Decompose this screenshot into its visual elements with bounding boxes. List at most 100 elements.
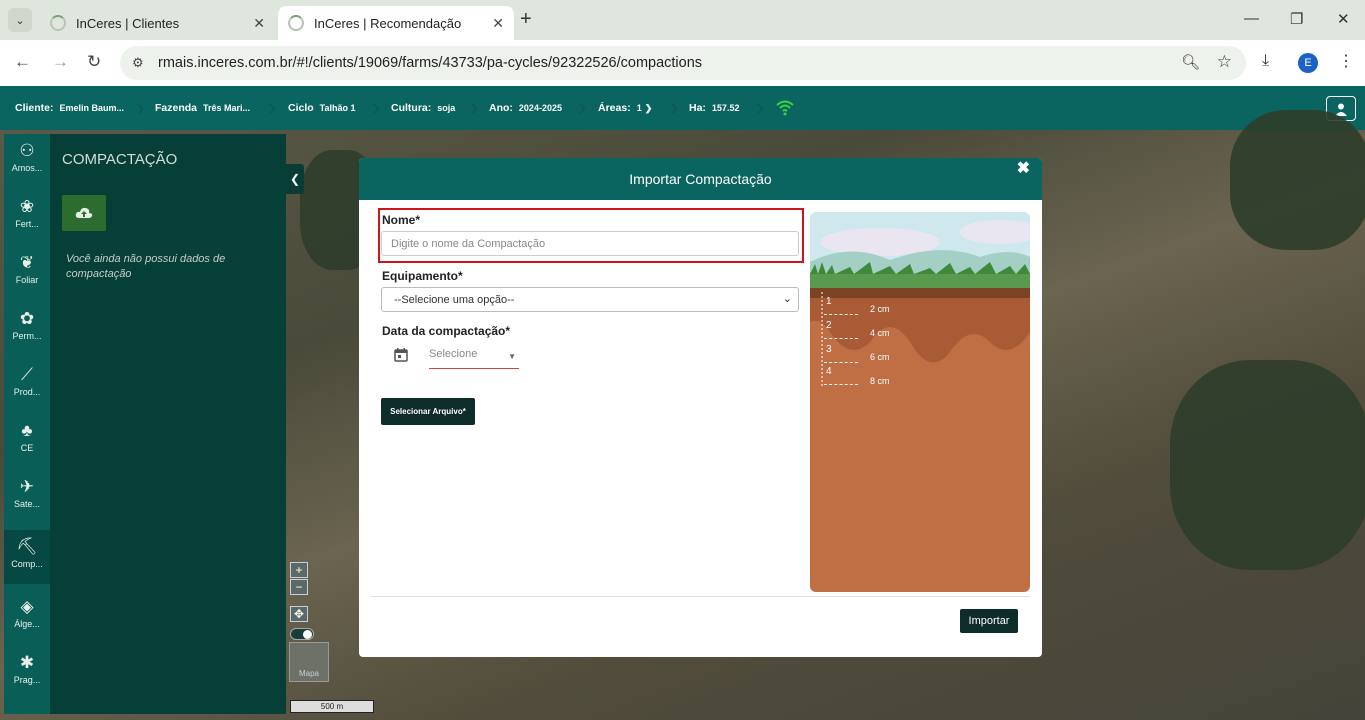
window-close-icon[interactable]: ✕ <box>1337 10 1350 28</box>
productivity-chart-icon: ⟋ <box>21 365 33 384</box>
rail-item-amostragem[interactable]: ⚇ Amos... <box>4 134 50 188</box>
profile-avatar[interactable]: E <box>1298 53 1318 73</box>
layer-toggle[interactable] <box>290 628 314 640</box>
breadcrumb-ciclo[interactable]: Ciclo Talhão 1 <box>288 102 356 114</box>
browser-tab-clientes[interactable]: InCeres | Clientes ✕ <box>40 6 275 40</box>
collapse-panel-button[interactable]: ❮ <box>286 164 304 194</box>
browser-menu-icon[interactable]: ⋮ <box>1338 51 1354 71</box>
ha-value: 157.52 <box>711 103 740 113</box>
breadcrumb-ha: Ha: 157.52 <box>689 102 739 114</box>
layer-depth: 8 cm <box>870 376 890 386</box>
layer-divider <box>824 362 858 363</box>
modal-header: Importar Compactação <box>359 158 1042 200</box>
layer-number: 4 <box>826 366 832 377</box>
layer-depth: 2 cm <box>870 304 890 314</box>
equipment-label: Equipamento* <box>382 269 463 283</box>
site-info-icon[interactable]: ⚙ <box>132 55 144 71</box>
close-icon[interactable]: ✕ <box>253 15 265 32</box>
ciclo-label: Ciclo <box>288 102 314 114</box>
rail-item-satelite[interactable]: ✈ Sate... <box>4 470 50 524</box>
rail-item-label: Comp... <box>11 559 43 569</box>
modal-title: Importar Compactação <box>629 171 772 187</box>
address-bar[interactable]: ⚙ rmais.inceres.com.br/#!/clients/19069/… <box>120 46 1246 80</box>
rail-item-ce[interactable]: ♣ CE <box>4 414 50 468</box>
fazenda-value: Três Mari... <box>203 103 251 113</box>
rail-item-label: Amos... <box>11 163 43 173</box>
rail-item-algebra[interactable]: ◈ Álge... <box>4 590 50 644</box>
pan-icon[interactable]: ✥ <box>290 606 308 622</box>
cliente-label: Cliente: <box>15 102 54 114</box>
upload-button[interactable] <box>62 195 106 231</box>
breadcrumb-separator: › <box>756 92 765 122</box>
map-forest-patch <box>1170 360 1365 570</box>
layer-depth: 4 cm <box>870 328 890 338</box>
restore-icon[interactable]: ❐ <box>1290 10 1303 28</box>
zoom-out-button[interactable]: − <box>290 579 308 595</box>
panel-title: COMPACTAÇÃO <box>62 151 178 168</box>
caret-down-icon: ▼ <box>508 352 516 361</box>
rail-item-label: CE <box>20 443 34 453</box>
zoom-icon[interactable]: 🔍︎ <box>1181 53 1200 71</box>
layer-divider <box>824 338 858 339</box>
layer-divider <box>824 314 858 315</box>
forward-icon[interactable]: → <box>52 52 69 72</box>
minimize-icon[interactable]: — <box>1244 10 1259 27</box>
rail-item-fertilidade[interactable]: ❀ Fert... <box>4 190 50 244</box>
rail-item-label: Prag... <box>13 675 41 685</box>
rail-item-pragas[interactable]: ✱ Prag... <box>4 646 50 700</box>
wifi-icon <box>776 100 794 116</box>
select-file-button[interactable]: Selecionar Arquivo* <box>381 398 475 425</box>
close-icon[interactable]: ✖ <box>1017 158 1030 178</box>
rail-item-compactacao[interactable]: ⛏ Comp... <box>4 530 50 584</box>
reload-icon[interactable]: ↻ <box>87 52 101 72</box>
rail-item-permanente[interactable]: ✿ Perm... <box>4 302 50 356</box>
breadcrumb-cultura[interactable]: Cultura: soja <box>391 102 455 114</box>
leaf-icon: ❦ <box>19 253 35 272</box>
breadcrumb-cliente[interactable]: Cliente: Emelin Baum... <box>15 102 124 114</box>
bookmark-star-icon[interactable]: ☆ <box>1217 52 1232 72</box>
zoom-in-button[interactable]: + <box>290 562 308 578</box>
import-button[interactable]: Importar <box>960 609 1018 633</box>
ano-value: 2024-2025 <box>518 103 562 113</box>
rail-item-produtividade[interactable]: ⟋ Prod... <box>4 358 50 412</box>
tab-search-button[interactable]: ⌄ <box>8 8 32 32</box>
sprout-icon: ♣ <box>21 421 33 440</box>
areas-value: 1 <box>636 103 642 113</box>
browser-tab-recomendacao[interactable]: InCeres | Recomendação ✕ <box>278 6 514 40</box>
breadcrumb-separator: › <box>136 92 145 122</box>
close-icon[interactable]: ✕ <box>492 15 504 32</box>
rail-item-foliar[interactable]: ❦ Foliar <box>4 246 50 300</box>
rail-item-label: Fert... <box>15 219 39 229</box>
breadcrumb-ano[interactable]: Ano: 2024-2025 <box>489 102 562 114</box>
equipment-select[interactable]: --Selecione uma opção-- ⌄ <box>381 287 799 312</box>
download-icon[interactable]: ⤓ <box>1262 52 1269 70</box>
rail-item-label: Prod... <box>13 387 41 397</box>
back-icon[interactable]: ← <box>14 52 31 72</box>
breadcrumb-fazenda[interactable]: Fazenda Três Mari... <box>155 102 250 114</box>
permanent-crop-icon: ✿ <box>19 309 35 328</box>
soil-illustration-graphic <box>810 212 1030 592</box>
calendar-icon[interactable] <box>394 348 408 362</box>
rail-item-label: Foliar <box>15 275 39 285</box>
minimap-button[interactable]: Mapa <box>289 642 329 682</box>
name-input[interactable]: Digite o nome da Compactação <box>381 231 799 256</box>
cultura-value: soja <box>437 103 456 113</box>
cloud-upload-icon <box>75 207 93 218</box>
import-compaction-modal: Importar Compactação ✖ Nome* Digite o no… <box>359 158 1042 657</box>
fazenda-label: Fazenda <box>155 102 198 114</box>
new-tab-button[interactable]: + <box>520 8 532 31</box>
modal-divider <box>371 596 1030 597</box>
breadcrumb-separator: › <box>670 92 679 122</box>
browser-tab-strip: ⌄ InCeres | Clientes ✕ InCeres | Recomen… <box>0 0 1365 40</box>
breadcrumb-separator: › <box>372 92 381 122</box>
browser-toolbar: ← → ↻ ⚙ rmais.inceres.com.br/#!/clients/… <box>0 40 1365 86</box>
app-header: Cliente: Emelin Baum... › Fazenda Três Mar… <box>0 86 1365 130</box>
scale-bar: 500 m <box>290 700 374 713</box>
date-label: Data da compactação* <box>382 324 511 338</box>
url-text[interactable]: rmais.inceres.com.br/#!/clients/19069/fa… <box>158 55 702 71</box>
breadcrumb-areas[interactable]: Áreas: 1 ❯ <box>598 102 652 114</box>
tab-title: InCeres | Recomendação <box>314 15 462 31</box>
satellite-icon: ✈ <box>19 477 35 496</box>
layer-divider <box>824 384 858 385</box>
date-select[interactable]: Selecione ▼ <box>429 348 519 369</box>
